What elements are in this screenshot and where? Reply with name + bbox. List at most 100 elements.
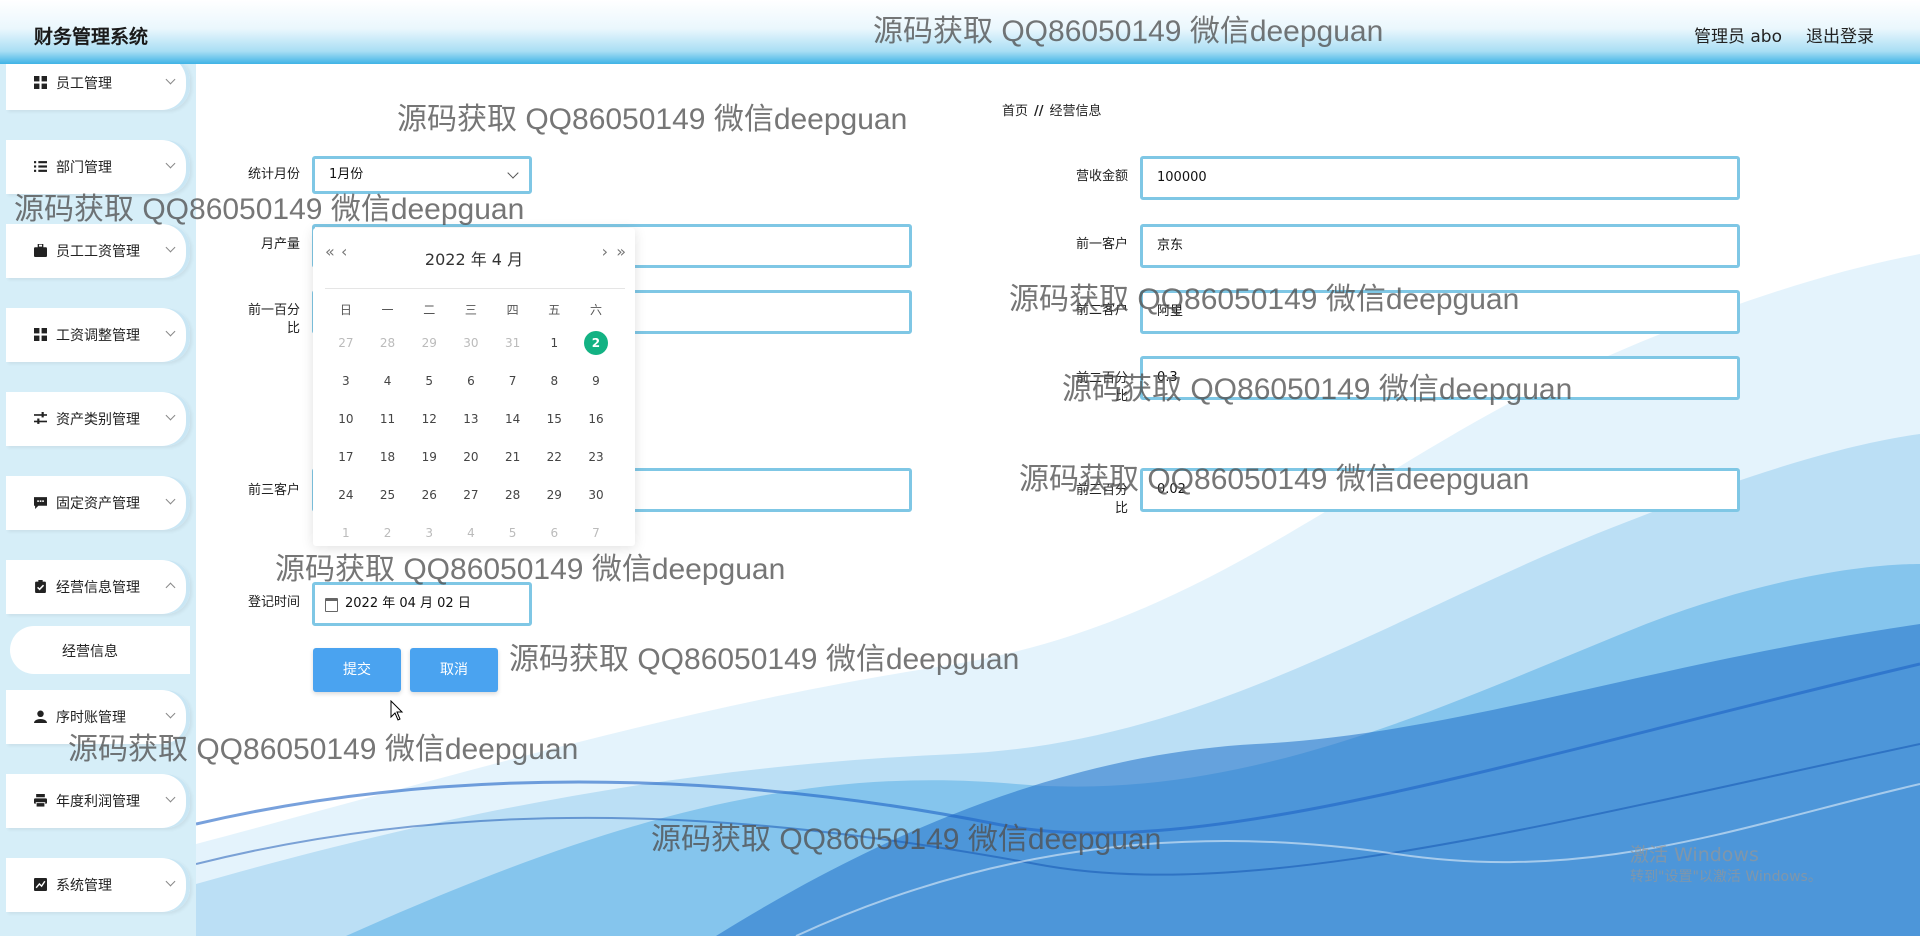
day-cell[interactable]: 24 — [325, 482, 367, 508]
day-cell[interactable]: 3 — [408, 520, 450, 546]
day-cell[interactable]: 28 — [367, 330, 409, 356]
sidebar-item-employee[interactable]: 员工管理 — [6, 64, 190, 110]
day-cell[interactable]: 12 — [408, 406, 450, 432]
day-cell[interactable]: 11 — [367, 406, 409, 432]
day-cell[interactable]: 27 — [325, 330, 367, 356]
sidebar-item-asset-category[interactable]: 资产类别管理 — [6, 392, 190, 446]
sidebar-item-label: 部门管理 — [56, 160, 112, 176]
day-cell[interactable]: 31 — [492, 330, 534, 356]
day-cell[interactable]: 29 — [533, 482, 575, 508]
day-cell[interactable]: 7 — [575, 520, 617, 546]
day-cell[interactable]: 7 — [492, 368, 534, 394]
day-cell[interactable]: 15 — [533, 406, 575, 432]
chevron-down-icon — [165, 792, 176, 803]
day-cell[interactable]: 16 — [575, 406, 617, 432]
day-cell[interactable]: 30 — [575, 482, 617, 508]
sliders-icon — [34, 412, 47, 424]
windows-activation-notice: 激活 Windows 转到"设置"以激活 Windows。 — [1630, 844, 1822, 888]
day-cell-selected[interactable]: 2 — [575, 330, 617, 356]
day-cell[interactable]: 1 — [533, 330, 575, 356]
next-month-button[interactable]: › — [602, 242, 609, 261]
day-cell[interactable]: 10 — [325, 406, 367, 432]
day-cell[interactable]: 6 — [450, 368, 492, 394]
cancel-button[interactable]: 取消 — [410, 648, 498, 692]
sidebar-item-system[interactable]: 系统管理 — [6, 858, 190, 912]
month-label: 统计月份 — [247, 167, 300, 182]
windows-activation-subtitle: 转到"设置"以激活 Windows。 — [1630, 869, 1822, 885]
day-cell[interactable]: 20 — [450, 444, 492, 470]
sidebar-item-salary[interactable]: 员工工资管理 — [6, 224, 190, 278]
day-cell[interactable]: 4 — [450, 520, 492, 546]
day-cell[interactable]: 18 — [367, 444, 409, 470]
sidebar: 员工管理 部门管理 员工工资管理 工资调整管理 资产类别管理 固定资产管理 经营… — [0, 64, 196, 936]
day-cell[interactable]: 17 — [325, 444, 367, 470]
day-cell[interactable]: 28 — [492, 482, 534, 508]
day-cell[interactable]: 4 — [367, 368, 409, 394]
day-cell[interactable]: 5 — [408, 368, 450, 394]
day-cell[interactable]: 1 — [325, 520, 367, 546]
second-pct-input[interactable]: 0.3 — [1140, 356, 1740, 400]
chat-icon — [34, 497, 47, 509]
day-cell[interactable]: 2 — [367, 520, 409, 546]
day-cell[interactable]: 13 — [450, 406, 492, 432]
day-cell[interactable]: 23 — [575, 444, 617, 470]
day-cell[interactable]: 22 — [533, 444, 575, 470]
first-customer-input[interactable]: 京东 — [1140, 224, 1740, 268]
sidebar-item-label: 员工管理 — [56, 76, 112, 92]
weekday-label: 六 — [589, 303, 602, 317]
next-year-button[interactable]: » — [616, 242, 626, 261]
logout-link[interactable]: 退出登录 — [1806, 22, 1874, 47]
sidebar-item-label: 工资调整管理 — [56, 328, 140, 344]
sidebar-item-annual-profit[interactable]: 年度利润管理 — [6, 774, 190, 828]
day-cell[interactable]: 25 — [367, 482, 409, 508]
chevron-down-icon — [165, 410, 176, 421]
second-customer-input[interactable]: 阿里 — [1140, 290, 1740, 334]
day-cell[interactable]: 8 — [533, 368, 575, 394]
chevron-down-icon — [165, 158, 176, 169]
breadcrumb-home[interactable]: 首页 — [1002, 104, 1028, 119]
day-cell[interactable]: 9 — [575, 368, 617, 394]
reg-time-label: 登记时间 — [247, 595, 300, 610]
week-row-4: 17 18 19 20 21 22 23 — [325, 444, 625, 470]
sidebar-item-label: 员工工资管理 — [56, 244, 140, 260]
revenue-input[interactable]: 100000 — [1140, 156, 1740, 200]
day-cell[interactable]: 6 — [533, 520, 575, 546]
output-label: 月产量 — [260, 237, 300, 252]
week-row-6: 1 2 3 4 5 6 7 — [325, 520, 625, 546]
sidebar-item-label: 序时账管理 — [56, 710, 126, 726]
breadcrumb: 首页 // 经营信息 — [1002, 100, 1102, 119]
sidebar-item-department[interactable]: 部门管理 — [6, 140, 190, 194]
day-cell[interactable]: 27 — [450, 482, 492, 508]
chevron-down-icon — [165, 708, 176, 719]
first-pct-label: 前一百分比 — [247, 303, 300, 336]
sidebar-item-label: 固定资产管理 — [56, 496, 140, 512]
chevron-down-icon — [507, 167, 519, 179]
day-cell[interactable]: 3 — [325, 368, 367, 394]
weekday-label: 三 — [464, 303, 477, 317]
day-cell[interactable]: 21 — [492, 444, 534, 470]
month-select[interactable]: 1月份 — [312, 156, 532, 194]
reg-time-input[interactable]: 2022 年 04 月 02 日 — [312, 582, 532, 626]
date-picker-title: 2022 年 4 月 — [424, 250, 524, 269]
sidebar-item-salary-adjust[interactable]: 工资调整管理 — [6, 308, 190, 362]
admin-label[interactable]: 管理员 abo — [1694, 22, 1782, 47]
second-customer-label: 前二客户 — [1075, 303, 1128, 318]
sidebar-item-fixed-asset[interactable]: 固定资产管理 — [6, 476, 190, 530]
day-cell[interactable]: 19 — [408, 444, 450, 470]
day-cell[interactable]: 26 — [408, 482, 450, 508]
third-pct-input[interactable]: 0.02 — [1140, 468, 1740, 512]
day-cell[interactable]: 14 — [492, 406, 534, 432]
sidebar-subitem-business-info[interactable]: 经营信息 — [10, 626, 190, 674]
submit-button[interactable]: 提交 — [313, 648, 401, 692]
sidebar-item-business-info[interactable]: 经营信息管理 — [6, 560, 190, 614]
day-cell[interactable]: 29 — [408, 330, 450, 356]
sidebar-item-journal[interactable]: 序时账管理 — [6, 690, 190, 744]
date-picker-popup: « ‹ 2022 年 4 月 › » 日 一 二 三 四 五 六 27 28 2… — [313, 228, 635, 546]
day-cell[interactable]: 30 — [450, 330, 492, 356]
calendar-icon — [325, 598, 338, 612]
clipboard-check-icon — [35, 580, 46, 593]
day-cell[interactable]: 5 — [492, 520, 534, 546]
second-pct-value: 0.3 — [1157, 370, 1178, 385]
breadcrumb-separator: // — [1034, 104, 1044, 119]
reg-time-value: 2022 年 04 月 02 日 — [345, 596, 471, 611]
